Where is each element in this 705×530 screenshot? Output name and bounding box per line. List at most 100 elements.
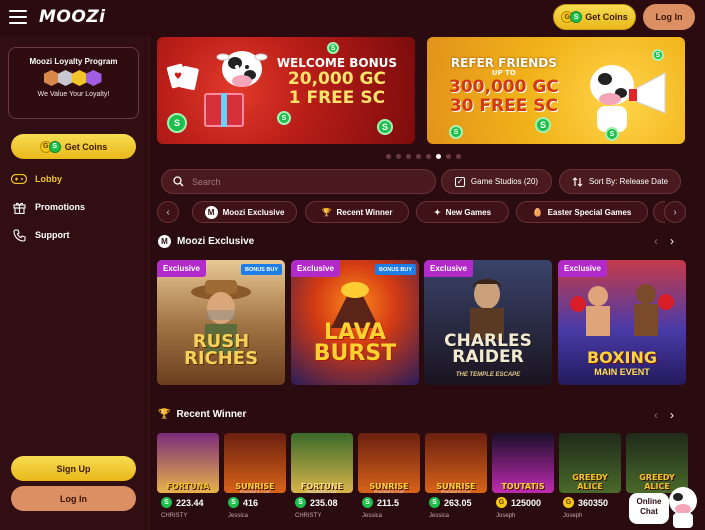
- search-bar[interactable]: [161, 169, 436, 194]
- moozi-logo[interactable]: MOOZi: [39, 7, 105, 27]
- checkbox-icon: ✓: [454, 176, 465, 187]
- section-title: Recent Winner: [176, 409, 247, 420]
- sort-by-label: Sort By: Release Date: [588, 177, 669, 186]
- chip-label: Moozi Exclusive: [222, 207, 285, 217]
- chat-label-line2: Chat: [640, 506, 658, 516]
- trophy-icon: 🏆: [158, 409, 171, 420]
- sidebar-item-lobby[interactable]: Lobby: [11, 170, 62, 188]
- sweeps-coin-icon: S: [295, 497, 306, 508]
- game-studios-filter[interactable]: ✓ Game Studios (20): [441, 169, 552, 194]
- winner-game-thumbnail[interactable]: TOUTATIS: [492, 433, 554, 493]
- game-subtitle: MAIN EVENT: [594, 367, 650, 377]
- sort-icon: [572, 176, 583, 187]
- controller-icon: [11, 174, 27, 184]
- sweeps-coin-icon: S: [652, 49, 664, 61]
- winner-card[interactable]: GREEDY ALICE G 360350 Joseph: [559, 433, 621, 530]
- winner-card[interactable]: SUNRISE PRAGMATIC PLAY S 416 Jessica: [224, 433, 286, 530]
- sidebar-item-support[interactable]: Support: [11, 226, 70, 244]
- chip-recent-winner[interactable]: 🏆 Recent Winner: [305, 201, 409, 223]
- online-chat-bubble[interactable]: Online Chat: [629, 493, 669, 524]
- trophy-icon: 🏆: [321, 207, 332, 217]
- winner-card[interactable]: SUNRISE PRAGMATIC PLAY S 211.5 Jessica: [358, 433, 420, 530]
- winner-amount-value: 360350: [578, 497, 609, 508]
- welcome-bonus-banner[interactable]: S S S S ♥ WELCOME BONUS 20,000 GC 1 FREE…: [157, 37, 415, 144]
- game-tile-boxing-main-event[interactable]: Exclusive BOXING MAIN EVENT: [558, 260, 686, 385]
- winner-next-arrow[interactable]: ›: [670, 408, 674, 422]
- coins-icon: GS: [561, 11, 583, 23]
- winner-game-thumbnail[interactable]: SUNRISE PRAGMATIC PLAY: [425, 433, 487, 493]
- moozi-m-icon: M: [158, 235, 171, 248]
- game-title: LAVA BURST: [313, 320, 397, 367]
- menu-icon[interactable]: [9, 10, 27, 24]
- winner-game-thumbnail[interactable]: FORTUNE PRAGMATIC PLAY: [291, 433, 353, 493]
- winner-amount: G 125000: [496, 497, 541, 508]
- sweeps-coin-icon: S: [377, 119, 393, 135]
- get-coins-button[interactable]: GS Get Coins: [553, 4, 636, 30]
- signup-button[interactable]: Sign Up: [11, 456, 136, 481]
- winner-card[interactable]: FORTUNE PRAGMATIC PLAY S 235.08 CHRISTY: [291, 433, 353, 530]
- game-tile-rush-riches[interactable]: Exclusive BONUS BUY RUSH RICHES: [157, 260, 285, 385]
- exclusive-prev-arrow[interactable]: ‹: [654, 234, 658, 248]
- game-title: CHARLES RAIDER: [444, 330, 532, 367]
- online-chat-widget[interactable]: Online Chat: [629, 483, 703, 528]
- chip-label: Easter Special Games: [547, 207, 632, 217]
- winner-card[interactable]: TOUTATIS G 125000 Joseph: [492, 433, 554, 530]
- winner-game-title: TOUTATIS: [501, 482, 545, 491]
- sidebar-login-button[interactable]: Log In: [11, 486, 136, 511]
- gold-coin-icon: G: [496, 497, 507, 508]
- loyalty-gems-icon: [9, 70, 138, 86]
- sweeps-coin-icon: S: [277, 111, 291, 125]
- winner-game-provider: PRAGMATIC PLAY: [373, 490, 405, 493]
- winner-amount: S 211.5: [362, 497, 399, 508]
- carousel-dot[interactable]: [396, 154, 401, 159]
- winner-game-thumbnail[interactable]: FORTUNA: [157, 433, 219, 493]
- categories-prev-button[interactable]: ‹: [157, 201, 179, 223]
- gift-box-icon: [204, 93, 244, 127]
- search-icon: [173, 176, 184, 187]
- chip-easter-special[interactable]: 🥚 Easter Special Games: [516, 201, 648, 223]
- winner-amount: S 263.05: [429, 497, 472, 508]
- winner-game-thumbnail[interactable]: GREEDY ALICE: [559, 433, 621, 493]
- carousel-dot[interactable]: [456, 154, 461, 159]
- exclusive-next-arrow[interactable]: ›: [670, 234, 674, 248]
- game-tile-charles-raider[interactable]: Exclusive CHARLES RAIDER THE TEMPLE ESCA…: [424, 260, 552, 385]
- svg-text:♥: ♥: [174, 72, 182, 82]
- carousel-dots: [386, 154, 461, 159]
- winner-card[interactable]: SUNRISE PRAGMATIC PLAY S 263.05 Jessica: [425, 433, 487, 530]
- winner-amount: G 360350: [563, 497, 608, 508]
- moozi-exclusive-header: M Moozi Exclusive: [158, 235, 254, 248]
- game-tile-lava-burst[interactable]: Exclusive BONUS BUY LAVA BURST: [291, 260, 419, 385]
- exclusive-badge: Exclusive: [424, 260, 473, 277]
- search-input[interactable]: [192, 176, 412, 187]
- sweeps-coin-icon: S: [429, 497, 440, 508]
- winner-amount-value: 416: [243, 497, 259, 508]
- winner-prev-arrow[interactable]: ‹: [654, 408, 658, 422]
- carousel-dot[interactable]: [446, 154, 451, 159]
- winner-username: CHRISTY: [161, 513, 188, 519]
- winner-username: Joseph: [563, 513, 583, 519]
- categories-next-button[interactable]: ›: [664, 201, 686, 223]
- exclusive-badge: Exclusive: [157, 260, 206, 277]
- winner-game-thumbnail[interactable]: SUNRISE PRAGMATIC PLAY: [224, 433, 286, 493]
- gold-coin-icon: G: [563, 497, 574, 508]
- carousel-dot[interactable]: [406, 154, 411, 159]
- carousel-dot[interactable]: [416, 154, 421, 159]
- sidebar-get-coins-button[interactable]: GS Get Coins: [11, 134, 136, 159]
- loyalty-program-card[interactable]: Moozi Loyalty Program We Value Your Loya…: [8, 47, 139, 119]
- sidebar-item-promotions[interactable]: Promotions: [11, 198, 85, 216]
- exclusive-nav-arrows: ‹ ›: [654, 234, 674, 248]
- carousel-dot[interactable]: [426, 154, 431, 159]
- carousel-dot[interactable]: [436, 154, 441, 159]
- sort-by-dropdown[interactable]: Sort By: Release Date: [559, 169, 681, 194]
- login-button[interactable]: Log In: [643, 4, 695, 30]
- winner-card[interactable]: FORTUNA S 223.44 CHRISTY: [157, 433, 219, 530]
- chip-new-games[interactable]: ✦ New Games: [416, 201, 509, 223]
- section-title: Moozi Exclusive: [177, 236, 255, 247]
- boxers-icon: [570, 284, 674, 336]
- winner-game-title: GREEDY ALICE: [572, 473, 608, 491]
- cow-megaphone-mascot-icon: [590, 65, 666, 132]
- winner-game-thumbnail[interactable]: SUNRISE PRAGMATIC PLAY: [358, 433, 420, 493]
- chip-moozi-exclusive[interactable]: M Moozi Exclusive: [192, 201, 297, 223]
- carousel-dot[interactable]: [386, 154, 391, 159]
- refer-friends-banner[interactable]: REFER FRIENDS UP TO 300,000 GC 30 FREE S…: [427, 37, 685, 144]
